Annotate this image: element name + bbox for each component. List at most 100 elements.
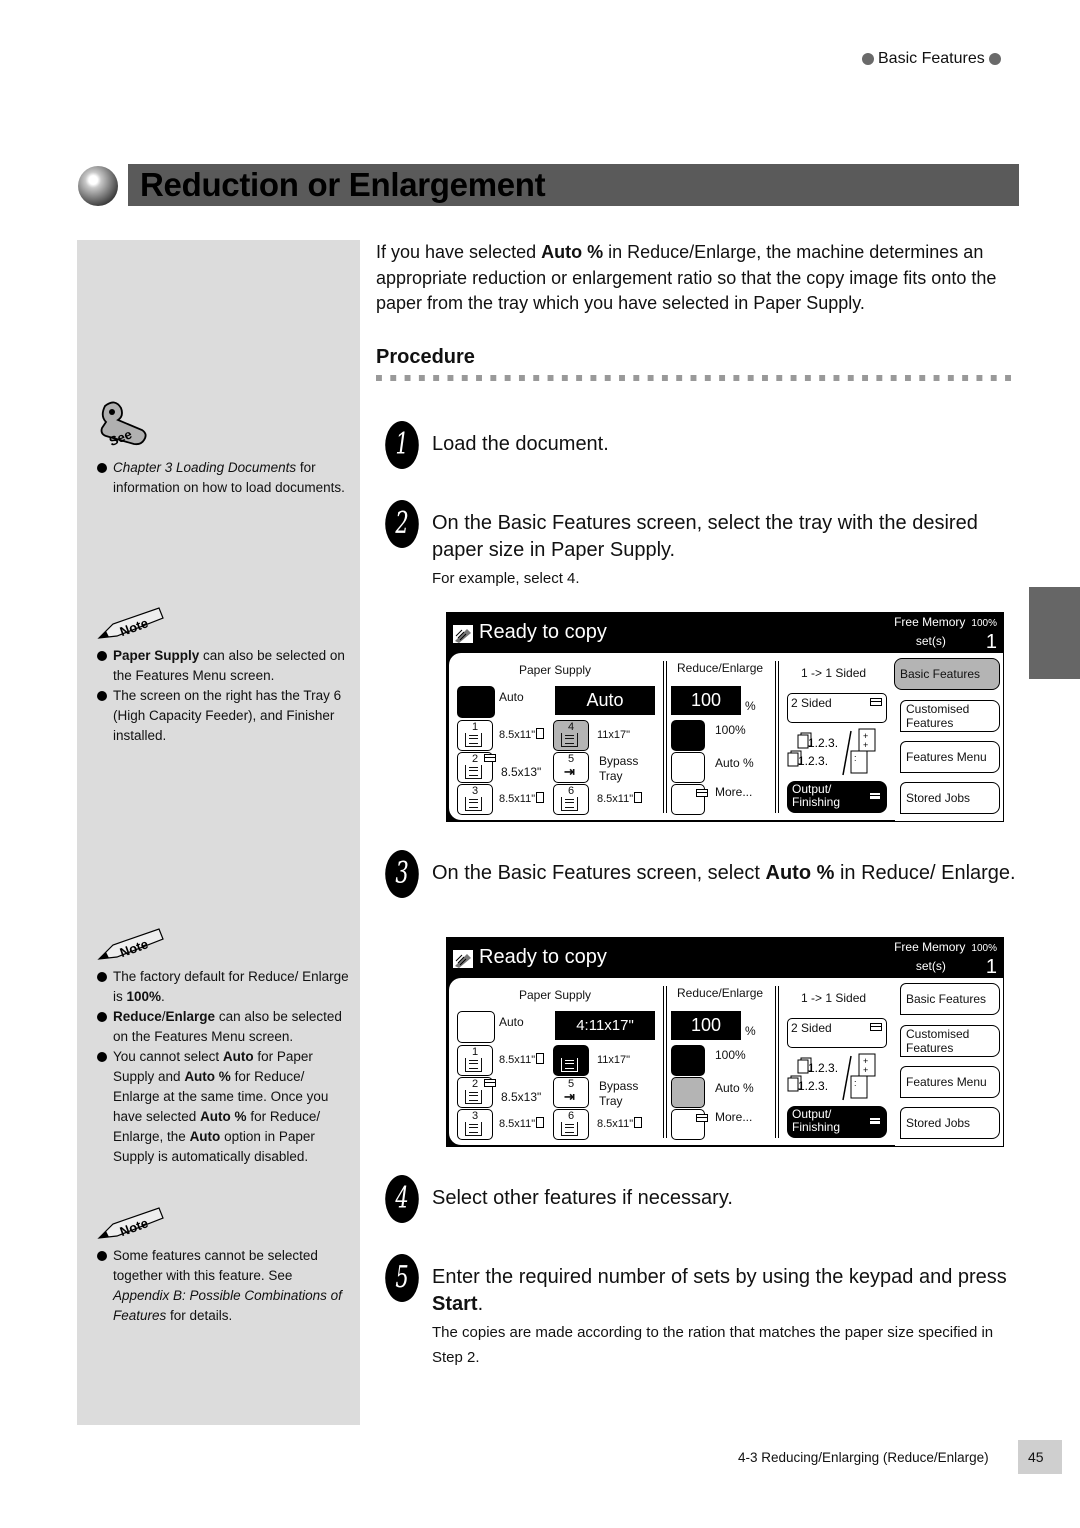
sets-count: set(s) 1 [915, 631, 997, 653]
tray-4-size: 11x17" [597, 1054, 631, 1066]
step-text: Select other features if necessary. [432, 1187, 733, 1209]
ratio-more-label: More... [715, 1110, 753, 1124]
note-block-2: Note The factory default for Reduce/ Enl… [97, 927, 352, 1167]
tray-5-button[interactable]: 5 ⇥ [553, 752, 589, 783]
tab-stored-jobs[interactable]: Stored Jobs [900, 782, 1000, 814]
sided-label: 1 -> 1 Sided [801, 991, 867, 1005]
portrait-paper-icon [536, 1117, 545, 1128]
ratio-100-button[interactable] [671, 720, 705, 751]
portrait-paper-icon [536, 728, 545, 739]
tab-basic-features[interactable]: Basic Features [894, 658, 1000, 690]
divider [663, 661, 667, 813]
tray-icon [465, 1122, 482, 1136]
more-options-icon [869, 792, 881, 800]
paper-supply-display: 4:11x17" [555, 1011, 655, 1040]
two-sided-button[interactable]: 2 Sided [787, 693, 887, 723]
free-memory: Free Memory 100% [894, 940, 997, 954]
tray-6-size: 8.5x11" [597, 1117, 643, 1132]
divider [775, 986, 779, 1138]
note-item: Reduce/Enlarge can also be selected on t… [97, 1007, 352, 1047]
ratio-unit: % [745, 1024, 756, 1038]
title-bar: Reduction or Enlargement [128, 164, 1019, 206]
paper-auto-button[interactable] [457, 686, 495, 718]
paper-auto-label: Auto [499, 1015, 524, 1029]
portrait-paper-icon [536, 1053, 545, 1064]
step-number-badge: 3 [385, 850, 419, 898]
tab-customised-features[interactable]: Customised Features [900, 700, 1000, 732]
ratio-100-button[interactable] [671, 1045, 705, 1076]
running-header-text: Basic Features [878, 50, 985, 67]
tab-customised-features[interactable]: Customised Features [900, 1025, 1000, 1057]
output-finishing-button[interactable]: Output/ Finishing [787, 781, 887, 813]
ratio-more-button[interactable] [671, 1109, 708, 1140]
tray-icon [561, 1058, 578, 1072]
tab-basic-features[interactable]: Basic Features [900, 983, 1000, 1015]
dotted-divider [376, 375, 1019, 381]
sets-count: set(s) 1 [915, 956, 997, 978]
tray-6-button[interactable]: 6 [553, 1109, 589, 1140]
ratio-auto-button[interactable] [671, 1077, 705, 1108]
bypass-arrow-icon: ⇥ [564, 764, 575, 779]
ratio-auto-button[interactable] [671, 752, 705, 783]
feature-tabs: Basic Features Customised Features Featu… [895, 978, 1003, 1146]
step-number-badge: 4 [385, 1175, 419, 1223]
tray-1-size: 8.5x11" [499, 728, 545, 743]
ratio-more-button[interactable] [671, 784, 708, 815]
step-text: On the Basic Features screen, select Aut… [432, 862, 1016, 884]
tray-5-button[interactable]: 5 ⇥ [553, 1077, 589, 1108]
svg-text:1.2.3.: 1.2.3. [798, 1079, 828, 1093]
paper-auto-button[interactable] [457, 1011, 495, 1043]
step-number-badge: 1 [385, 421, 419, 469]
tray-2-button[interactable]: 2 [457, 1077, 496, 1108]
copier-screen-2: Ready to copy Free Memory 100% set(s) 1 Pa… [446, 937, 1004, 1147]
tray-2-size: 8.5x13" [501, 765, 542, 779]
note-item: The factory default for Reduce/ Enlarge … [97, 967, 352, 1007]
tray-4-size: 11x17" [597, 729, 631, 741]
paper-supply-label: Paper Supply [519, 663, 592, 677]
reduce-enlarge-label: Reduce/Enlarge [677, 986, 764, 1000]
cross-reference-link[interactable]: Chapter 3 Loading Documents [113, 460, 296, 475]
note-item: Some features cannot be selected togethe… [97, 1246, 352, 1326]
tab-features-menu[interactable]: Features Menu [900, 1066, 1000, 1098]
tab-stored-jobs[interactable]: Stored Jobs [900, 1107, 1000, 1139]
tray-4-button[interactable]: 4 [553, 720, 589, 751]
svg-text:Note: Note [118, 936, 150, 960]
tray-icon [561, 733, 578, 747]
copier-status-icon [453, 950, 473, 968]
tray-2-button[interactable]: 2 [457, 752, 496, 783]
ratio-display: 100 [671, 686, 741, 715]
copier-status-icon [453, 625, 473, 643]
intro-paragraph: If you have selected Auto % in Reduce/En… [376, 242, 997, 313]
ratio-auto-label: Auto % [715, 1081, 754, 1095]
ratio-100-label: 100% [715, 1048, 746, 1062]
note-block-1: Note Paper Supply can also be selected o… [97, 606, 352, 746]
output-finishing-button[interactable]: Output/ Finishing [787, 1106, 887, 1138]
two-sided-button[interactable]: 2 Sided [787, 1018, 887, 1048]
screen-header: Ready to copy Free Memory 100% set(s) 1 [447, 938, 1003, 978]
note-item: The screen on the right has the Tray 6 (… [97, 686, 352, 746]
see-tag-icon: See [97, 400, 153, 452]
ratio-display: 100 [671, 1011, 741, 1040]
tray-4-button[interactable] [553, 1045, 589, 1076]
note-item: You cannot select Auto for Paper Supply … [97, 1047, 352, 1167]
tray-6-button[interactable]: 6 [553, 784, 589, 815]
footer-section: 4-3 Reducing/Enlarging (Reduce/Enlarge) [738, 1450, 989, 1465]
chapter-tab [1029, 587, 1080, 679]
tray-3-button[interactable]: 3 [457, 784, 493, 815]
tray-3-size: 8.5x11" [499, 792, 545, 807]
tray-2-size: 8.5x13" [501, 1090, 542, 1104]
portrait-paper-icon [634, 1117, 643, 1128]
step-subtext: For example, select 4. [432, 570, 580, 587]
ratio-auto-label: Auto % [715, 756, 754, 770]
svg-text:1.2.3.: 1.2.3. [808, 1061, 838, 1075]
reduce-enlarge-label: Reduce/Enlarge [677, 661, 764, 675]
running-header: Basic Features [862, 50, 1001, 68]
tray-1-button[interactable]: 1 [457, 1045, 493, 1076]
tab-features-menu[interactable]: Features Menu [900, 741, 1000, 773]
tray-icon [465, 797, 482, 811]
tray-1-button[interactable]: 1 [457, 720, 493, 751]
tray-3-button[interactable]: 3 [457, 1109, 493, 1140]
svg-text:Note: Note [118, 615, 150, 639]
status-text: Ready to copy [479, 946, 607, 968]
portrait-paper-icon [536, 792, 545, 803]
